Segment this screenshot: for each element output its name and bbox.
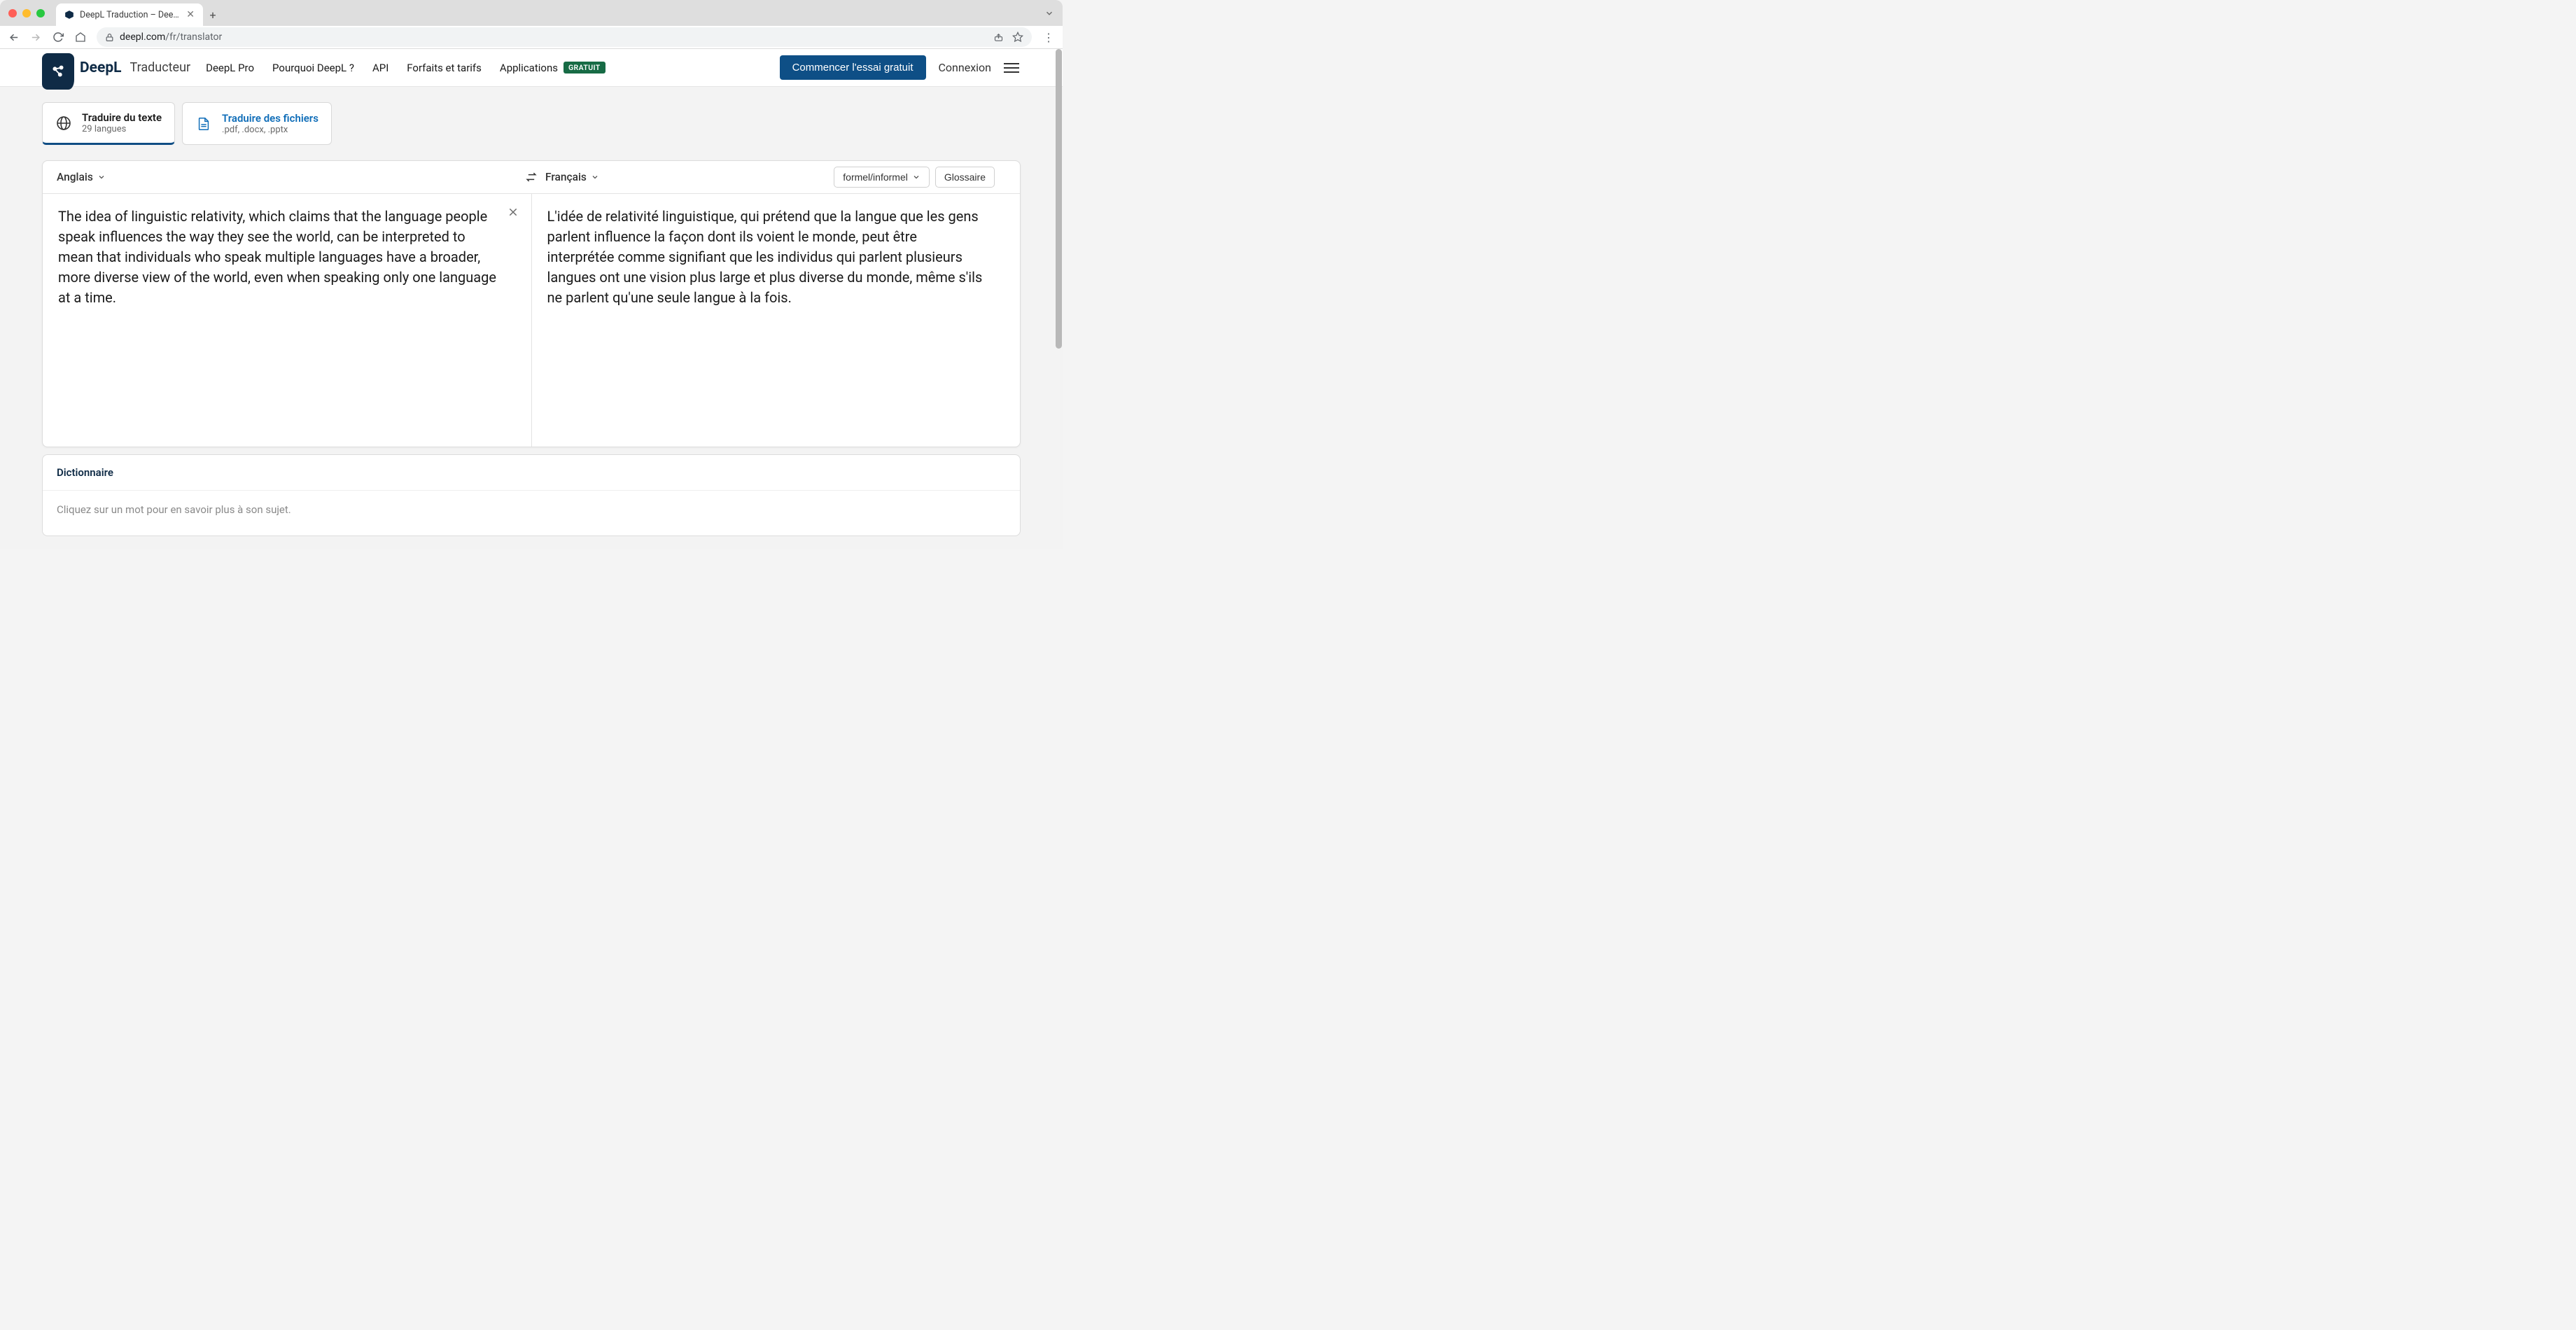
favicon-icon	[64, 10, 74, 20]
target-lang-area: Français formel/informel	[531, 167, 1020, 188]
dictionary-hint: Cliquez sur un mot pour en savoir plus à…	[43, 491, 1020, 536]
nav-pro[interactable]: DeepL Pro	[206, 62, 254, 74]
mode-tabs: Traduire du texte 29 langues Traduire de…	[42, 102, 1021, 145]
browser-tab-active[interactable]: DeepL Traduction – DeepL Tra ✕	[56, 4, 203, 26]
chevron-down-icon[interactable]	[1044, 8, 1054, 18]
window-close[interactable]	[8, 9, 17, 18]
chevron-down-icon	[591, 173, 599, 181]
translation-panes: The idea of linguistic relativity, which…	[43, 193, 1020, 447]
formality-select[interactable]: formel/informel	[834, 167, 930, 188]
address-bar[interactable]: deepl.com/fr/translator	[97, 27, 1032, 47]
tab-close-icon[interactable]: ✕	[186, 9, 195, 20]
globe-icon	[55, 115, 72, 132]
logo[interactable]: DeepL Traducteur	[42, 49, 190, 87]
page-scrollbar[interactable]	[1056, 49, 1062, 549]
nav-api[interactable]: API	[372, 62, 388, 74]
target-lang-select[interactable]: Français	[545, 171, 599, 183]
browser-menu-button[interactable]: ⋮	[1042, 31, 1056, 44]
document-icon	[195, 115, 212, 132]
browser-toolbar: deepl.com/fr/translator ⋮	[0, 26, 1063, 49]
language-bar: Anglais Français	[43, 161, 1020, 193]
home-button[interactable]	[74, 31, 87, 43]
page-content: DeepL Traducteur DeepL Pro Pourquoi Deep…	[0, 49, 1063, 549]
nav-why[interactable]: Pourquoi DeepL ?	[272, 62, 354, 74]
mode-tab-files-sub: .pdf, .docx, .pptx	[222, 125, 318, 135]
free-badge: GRATUIT	[564, 62, 606, 74]
dictionary-title: Dictionnaire	[43, 455, 1020, 491]
source-pane[interactable]: The idea of linguistic relativity, which…	[43, 194, 532, 447]
mode-tab-files[interactable]: Traduire des fichiers .pdf, .docx, .pptx	[182, 102, 332, 145]
clear-source-button[interactable]	[507, 206, 519, 218]
lock-icon	[105, 33, 114, 42]
dictionary-box: Dictionnaire Cliquez sur un mot pour en …	[42, 454, 1021, 536]
logo-icon	[42, 53, 74, 90]
brand-suffix: Traducteur	[130, 60, 191, 75]
source-lang-select[interactable]: Anglais	[57, 171, 106, 183]
mode-tab-text-title: Traduire du texte	[82, 111, 162, 124]
browser-titlebar: DeepL Traduction – DeepL Tra ✕ +	[0, 0, 1063, 26]
login-link[interactable]: Connexion	[939, 61, 991, 74]
url-text: deepl.com/fr/translator	[120, 31, 222, 43]
target-text[interactable]: L'idée de relativité linguistique, qui p…	[547, 206, 1005, 308]
scrollbar-thumb[interactable]	[1056, 49, 1062, 349]
window-controls	[8, 9, 45, 18]
new-tab-button[interactable]: +	[203, 8, 223, 26]
cta-trial-button[interactable]: Commencer l'essai gratuit	[780, 55, 926, 80]
source-lang-label: Anglais	[57, 171, 93, 183]
reload-button[interactable]	[52, 31, 64, 43]
star-icon[interactable]	[1012, 31, 1023, 43]
glossary-label: Glossaire	[944, 172, 986, 183]
menu-button[interactable]	[1004, 63, 1019, 73]
nav-pricing[interactable]: Forfaits et tarifs	[407, 62, 482, 74]
back-button[interactable]	[7, 31, 20, 43]
site-header: DeepL Traducteur DeepL Pro Pourquoi Deep…	[0, 49, 1063, 87]
chevron-down-icon	[97, 173, 106, 181]
brand-name: DeepL	[80, 59, 122, 76]
forward-button[interactable]	[29, 31, 42, 43]
tab-strip: DeepL Traduction – DeepL Tra ✕ +	[56, 0, 1044, 26]
swap-languages-button[interactable]	[522, 167, 541, 187]
formality-label: formel/informel	[843, 172, 908, 183]
translator-box: Anglais Français	[42, 160, 1021, 447]
glossary-button[interactable]: Glossaire	[935, 167, 995, 188]
chevron-down-icon	[912, 173, 920, 181]
window-minimize[interactable]	[22, 9, 31, 18]
nav-apps[interactable]: Applications	[500, 62, 558, 74]
mode-tab-text-sub: 29 langues	[82, 124, 162, 134]
source-text[interactable]: The idea of linguistic relativity, which…	[58, 206, 516, 308]
target-pane: L'idée de relativité linguistique, qui p…	[532, 194, 1021, 447]
mode-tab-files-title: Traduire des fichiers	[222, 112, 318, 125]
main-nav: DeepL Pro Pourquoi DeepL ? API Forfaits …	[206, 62, 606, 74]
window-maximize[interactable]	[36, 9, 45, 18]
source-lang-area: Anglais	[43, 171, 531, 183]
mode-tab-text[interactable]: Traduire du texte 29 langues	[42, 102, 175, 145]
share-icon[interactable]	[993, 31, 1004, 43]
tab-title: DeepL Traduction – DeepL Tra	[80, 10, 181, 20]
target-lang-label: Français	[545, 171, 587, 183]
